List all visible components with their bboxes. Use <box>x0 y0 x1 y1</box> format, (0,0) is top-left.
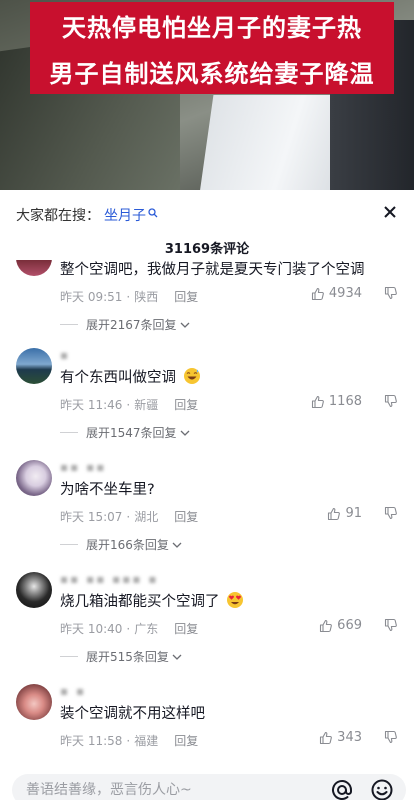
comment-text: 装个空调就不用这样吧 <box>60 706 205 722</box>
thumbs-down-icon[interactable] <box>384 394 398 408</box>
thumbs-down-icon[interactable] <box>384 506 398 520</box>
thumbs-up-icon <box>311 395 324 408</box>
thumbs-up-icon <box>328 507 341 520</box>
thumbs-down-icon[interactable] <box>384 730 398 744</box>
comment-text-body: 有个东西叫做空调 <box>60 370 176 386</box>
comment-username[interactable]: ▪ <box>60 348 70 362</box>
comment-input[interactable] <box>26 782 306 798</box>
comment-username[interactable]: ▪▪ ▪▪ ▪▪▪ ▪ <box>60 572 159 586</box>
expand-divider <box>60 656 78 657</box>
expand-replies-label: 展开1547条回复 <box>86 426 177 440</box>
thumbs-down-icon[interactable] <box>384 286 398 300</box>
at-mention-icon[interactable] <box>330 778 354 800</box>
chevron-down-icon <box>172 654 182 660</box>
thumbs-down-icon[interactable] <box>384 618 398 632</box>
reply-button[interactable]: 回复 <box>174 620 198 637</box>
chevron-down-icon <box>180 430 190 436</box>
search-term-link[interactable]: 坐月子 <box>104 205 146 225</box>
close-icon <box>384 206 396 218</box>
comment-meta: 昨天 11:58 · 福建 回复 <box>60 732 198 749</box>
like-button[interactable]: 343 <box>319 730 362 745</box>
comment-location: 陕西 <box>134 290 159 304</box>
comment-item[interactable]: ▪ ▪ 装个空调就不用这样吧 昨天 11:58 · 福建 回复 343 <box>0 674 414 786</box>
expand-replies-button[interactable]: 展开515条回复 <box>60 648 182 665</box>
comment-time: 昨天 15:07 <box>60 510 123 524</box>
like-count: 343 <box>337 730 362 745</box>
close-button[interactable] <box>376 198 404 226</box>
expand-replies-label: 展开166条回复 <box>86 538 169 552</box>
comment-location: 福建 <box>134 734 159 748</box>
comment-meta: 昨天 11:46 · 新疆 回复 <box>60 396 198 413</box>
reply-button[interactable]: 回复 <box>174 288 198 305</box>
meta-separator: · <box>126 509 131 524</box>
chevron-down-icon <box>180 322 190 328</box>
comment-text-body: 烧几箱油都能买个空调了 <box>60 594 220 610</box>
expand-divider <box>60 432 78 433</box>
search-icon <box>148 208 158 218</box>
avatar[interactable] <box>16 460 52 496</box>
avatar[interactable] <box>16 684 52 720</box>
reply-button[interactable]: 回复 <box>174 396 198 413</box>
video-headline-2: 男子自制送风系统给妻子降温 <box>30 48 394 94</box>
thumbs-up-icon <box>320 619 333 632</box>
like-count: 91 <box>345 506 362 521</box>
video-player[interactable]: 天热停电怕坐月子的妻子热 男子自制送风系统给妻子降温 <box>0 0 414 190</box>
meta-separator: · <box>126 733 131 748</box>
comment-meta: 昨天 09:51 · 陕西 回复 <box>60 288 198 305</box>
comment-text: 有个东西叫做空调 <box>60 366 201 387</box>
comment-input-bar[interactable] <box>12 774 406 800</box>
like-button[interactable]: 4934 <box>311 286 362 301</box>
expand-divider <box>60 544 78 545</box>
meta-separator: · <box>126 289 131 304</box>
meta-separator: · <box>126 621 131 636</box>
comment-username[interactable]: ▪▪ ▪▪ <box>60 460 106 474</box>
comment-time: 昨天 11:58 <box>60 734 123 748</box>
expand-replies-label: 展开2167条回复 <box>86 318 177 332</box>
comment-meta: 昨天 15:07 · 湖北 回复 <box>60 508 198 525</box>
reply-button[interactable]: 回复 <box>174 508 198 525</box>
avatar[interactable] <box>16 348 52 384</box>
expand-replies-button[interactable]: 展开2167条回复 <box>60 316 190 333</box>
avatar[interactable] <box>16 572 52 608</box>
comment-time: 昨天 09:51 <box>60 290 123 304</box>
expand-replies-label: 展开515条回复 <box>86 650 169 664</box>
comment-item[interactable]: 整个空调吧，我做月子就是夏天专门装了个空调 昨天 09:51 · 陕西 回复 4… <box>0 230 414 338</box>
emoji-picker-icon[interactable] <box>370 778 394 800</box>
comment-text: 整个空调吧，我做月子就是夏天专门装了个空调 <box>60 262 365 278</box>
expand-replies-button[interactable]: 展开166条回复 <box>60 536 182 553</box>
expand-replies-button[interactable]: 展开1547条回复 <box>60 424 190 441</box>
comment-item[interactable]: ▪ 有个东西叫做空调 昨天 11:46 · 新疆 回复 1168 展开1547条… <box>0 338 414 450</box>
thumbs-up-icon <box>311 287 324 300</box>
grinning-sweat-emoji-icon <box>183 368 200 384</box>
comment-item[interactable]: ▪▪ ▪▪ 为啥不坐车里? 昨天 15:07 · 湖北 回复 91 展开166条… <box>0 450 414 562</box>
like-button[interactable]: 669 <box>319 618 362 633</box>
comment-location: 湖北 <box>134 510 159 524</box>
reply-button[interactable]: 回复 <box>174 732 198 749</box>
comments-sheet: 大家都在搜： 坐月子 31169条评论 整个空调吧，我做月子就是夏天专门装了个空… <box>0 190 414 800</box>
comment-item[interactable]: ▪▪ ▪▪ ▪▪▪ ▪ 烧几箱油都能买个空调了 昨天 10:40 · 广东 回复 <box>0 562 414 674</box>
comment-username[interactable]: ▪ ▪ <box>60 684 86 698</box>
search-prefix-label: 大家都在搜： <box>16 208 100 224</box>
like-count: 669 <box>337 618 362 633</box>
meta-separator: · <box>126 397 131 412</box>
expand-divider <box>60 324 78 325</box>
search-suggestion[interactable]: 大家都在搜： 坐月子 <box>16 204 158 226</box>
comment-location: 新疆 <box>134 398 159 412</box>
like-count: 1168 <box>328 394 362 409</box>
comment-text: 为啥不坐车里? <box>60 482 155 498</box>
like-count: 4934 <box>328 286 362 301</box>
like-button[interactable]: 91 <box>327 506 362 521</box>
heart-eyes-emoji-icon <box>227 592 244 608</box>
comment-location: 广东 <box>134 622 159 636</box>
comment-list: 整个空调吧，我做月子就是夏天专门装了个空调 昨天 09:51 · 陕西 回复 4… <box>0 240 414 786</box>
chevron-down-icon <box>172 542 182 548</box>
like-button[interactable]: 1168 <box>311 394 362 409</box>
comment-time: 昨天 10:40 <box>60 622 123 636</box>
thumbs-up-icon <box>320 731 333 744</box>
comment-meta: 昨天 10:40 · 广东 回复 <box>60 620 198 637</box>
video-headline-1: 天热停电怕坐月子的妻子热 <box>30 2 394 48</box>
comment-time: 昨天 11:46 <box>60 398 123 412</box>
avatar[interactable] <box>16 240 52 276</box>
comment-text: 烧几箱油都能买个空调了 <box>60 590 244 611</box>
